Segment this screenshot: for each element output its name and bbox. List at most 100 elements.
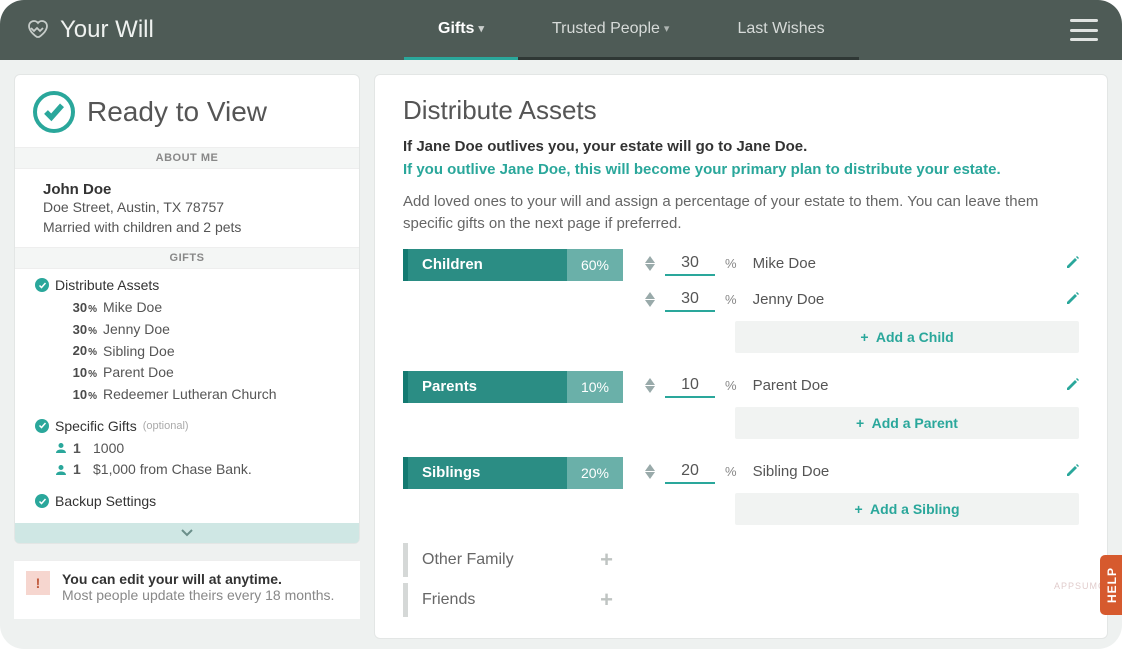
distribute-item: 20% Sibling Doe	[35, 341, 345, 363]
percent-input[interactable]	[665, 252, 715, 276]
percent-input[interactable]	[665, 460, 715, 484]
add-button[interactable]: + Add a Parent	[735, 407, 1079, 439]
benef-name: Parent Doe	[753, 377, 1055, 394]
category-pct: 20%	[567, 457, 623, 489]
benef-name: Sibling Doe	[753, 463, 1055, 480]
add-button[interactable]: + Add a Sibling	[735, 493, 1079, 525]
category-bar: Siblings20%	[403, 457, 623, 489]
intro-line2: If you outlive Jane Doe, this will becom…	[403, 159, 1079, 182]
tip-sub: Most people update theirs every 18 month…	[62, 587, 334, 603]
distribute-item: 10% Parent Doe	[35, 362, 345, 384]
category-pct: 60%	[567, 249, 623, 281]
menu-icon[interactable]	[1070, 19, 1098, 41]
nav-last-wishes[interactable]: Last Wishes	[703, 0, 858, 60]
appsumo-watermark: APPSUMO	[1054, 581, 1106, 591]
tip-headline: You can edit your will at anytime.	[62, 571, 334, 587]
backup-settings-group: Backup Settings	[15, 485, 359, 517]
distribute-title: Distribute Assets	[55, 277, 159, 293]
check-circle-icon	[33, 91, 75, 133]
plus-icon: +	[860, 329, 868, 345]
check-icon	[35, 278, 49, 292]
benef-name: Sibling Doe	[103, 341, 175, 363]
category-label: Children	[408, 249, 567, 281]
edit-icon[interactable]	[1065, 462, 1079, 481]
desc: $1,000 from Chase Bank.	[93, 459, 252, 481]
intro-line1: If Jane Doe outlives you, your estate wi…	[403, 136, 1079, 159]
distribute-assets-group: Distribute Assets 30% Mike Doe 30% Jenny Do…	[15, 269, 359, 409]
benef-name: Jenny Doe	[103, 319, 170, 341]
percent: 30%	[55, 298, 97, 318]
expand-toggle[interactable]	[15, 523, 359, 543]
section-gifts-label: GIFTS	[15, 247, 359, 269]
percent-sign: %	[725, 292, 737, 307]
page-title: Distribute Assets	[403, 95, 1079, 126]
distribute-item: 30% Jenny Doe	[35, 319, 345, 341]
plus-icon: +	[600, 587, 613, 613]
benef-row: % Sibling Doe	[645, 457, 1079, 487]
benef-name: Parent Doe	[103, 362, 174, 384]
percent: 20%	[55, 341, 97, 361]
percent-sign: %	[725, 464, 737, 479]
edit-icon[interactable]	[1065, 376, 1079, 395]
category-bar: Children60%	[403, 249, 623, 281]
category-bar: Parents10%	[403, 371, 623, 403]
help-tab[interactable]: HELP	[1100, 555, 1122, 615]
count: 1	[73, 459, 87, 481]
beneficiary-column: % Parent Doe + Add a Parent	[645, 371, 1079, 439]
plus-icon: +	[855, 501, 863, 517]
intro-body: Add loved ones to your will and assign a…	[403, 191, 1043, 235]
stepper[interactable]	[645, 464, 655, 479]
category-row: Children60%%Mike Doe%Jenny Doe+ Add a Ch…	[403, 249, 1079, 353]
distribute-item: 10%Redeemer Lutheran Church	[35, 384, 345, 406]
plus-icon: +	[600, 547, 613, 573]
stepper[interactable]	[645, 256, 655, 271]
category-row: Siblings20%% Sibling Doe + Add a Sibling	[403, 457, 1079, 525]
optional-tag: (optional)	[143, 420, 189, 432]
empty-category[interactable]: Other Family +	[403, 543, 623, 577]
category-pct: 10%	[567, 371, 623, 403]
specific-gifts-group: Specific Gifts (optional) 1 1000 1 $1,000 f…	[15, 410, 359, 485]
main-panel: Distribute Assets If Jane Doe outlives y…	[374, 74, 1108, 639]
tip-box: ! You can edit your will at anytime. Mos…	[14, 560, 360, 619]
backup-title: Backup Settings	[55, 493, 156, 509]
about-block: John Doe Doe Street, Austin, TX 78757 Ma…	[15, 169, 359, 247]
status-title: Ready to View	[87, 96, 267, 128]
user-icon	[55, 465, 67, 475]
nav-gifts[interactable]: Gifts▾	[404, 0, 518, 60]
beneficiary-column: % Mike Doe % Jenny Doe + Add a Child	[645, 249, 1079, 353]
category-label: Parents	[408, 371, 567, 403]
plus-icon: +	[856, 415, 864, 431]
stepper[interactable]	[645, 292, 655, 307]
percent: 30%	[55, 320, 97, 340]
alert-icon: !	[26, 571, 50, 595]
check-icon	[35, 419, 49, 433]
edit-icon[interactable]	[1065, 254, 1079, 273]
category-label: Other Family	[422, 551, 514, 569]
caret-down-icon: ▾	[478, 22, 484, 35]
benef-name: Jenny Doe	[753, 291, 1055, 308]
percent: 10%	[55, 363, 97, 383]
distribute-item: 30% Mike Doe	[35, 297, 345, 319]
check-icon	[35, 494, 49, 508]
benef-name: Mike Doe	[753, 255, 1055, 272]
category-label: Siblings	[408, 457, 567, 489]
benef-row: % Jenny Doe	[645, 285, 1079, 315]
desc: 1000	[93, 438, 124, 460]
user-icon	[55, 443, 67, 453]
heart-hands-logo-icon	[24, 15, 50, 46]
add-button[interactable]: + Add a Child	[735, 321, 1079, 353]
edit-icon[interactable]	[1065, 290, 1079, 309]
specific-title: Specific Gifts	[55, 418, 137, 434]
percent-input[interactable]	[665, 374, 715, 398]
benef-row: % Parent Doe	[645, 371, 1079, 401]
header-bar: Your Will Gifts▾ Trusted People▾ Last Wi…	[0, 0, 1122, 60]
percent-input[interactable]	[665, 288, 715, 312]
nav-trusted-people[interactable]: Trusted People▾	[518, 0, 703, 60]
count: 1	[73, 438, 87, 460]
stepper[interactable]	[645, 378, 655, 393]
percent-sign: %	[725, 378, 737, 393]
app-title: Your Will	[60, 16, 154, 44]
empty-category[interactable]: Friends+	[403, 583, 623, 617]
top-nav: Gifts▾ Trusted People▾ Last Wishes	[404, 0, 1070, 60]
benef-name: Mike Doe	[103, 297, 162, 319]
